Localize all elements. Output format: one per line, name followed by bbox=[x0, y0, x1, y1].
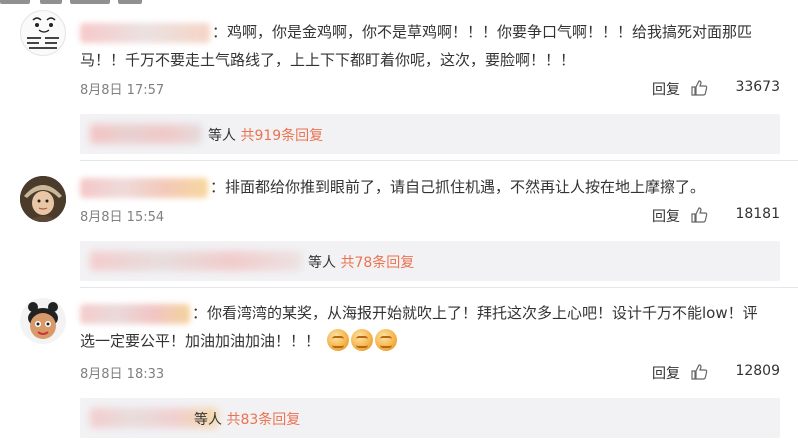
like-button[interactable]: 12809 bbox=[690, 363, 780, 380]
sub-replies-count-link[interactable]: 共919条回复 bbox=[240, 128, 323, 144]
like-button[interactable]: 18181 bbox=[690, 206, 780, 223]
comment-divider bbox=[80, 287, 798, 288]
sub-replies-summary: 等人 共83条回复 bbox=[194, 409, 300, 429]
sub-replies-box[interactable]: 等人 共78条回复 bbox=[80, 241, 780, 281]
comment-meta: 8月8日 17:57 回复 33673 bbox=[80, 79, 780, 99]
avatar-photo-icon bbox=[20, 176, 66, 222]
like-count: 18181 bbox=[735, 206, 780, 222]
cut-off-text-fragment bbox=[0, 0, 160, 8]
like-count: 12809 bbox=[735, 363, 780, 379]
thumbs-up-icon bbox=[691, 364, 708, 380]
comment-date: 8月8日 15:54 bbox=[80, 210, 165, 225]
avatar[interactable] bbox=[20, 176, 66, 222]
comment-meta: 8月8日 18:33 回复 12809 bbox=[80, 363, 780, 383]
comment-text-block: ：排面都给你推到眼前了，请自己抓住机遇，不然再让人按在地上摩擦了。 bbox=[80, 173, 770, 201]
avatar-cartoon-icon bbox=[28, 302, 58, 339]
comment-text-block: ：你看湾湾的某奖，从海报开始就吹上了！拜托这次多上心吧！设计千万不能low！评选… bbox=[80, 299, 770, 355]
username-blurred[interactable] bbox=[80, 177, 208, 198]
username-blurred[interactable] bbox=[80, 22, 210, 43]
sub-replies-suffix: 等人 bbox=[208, 128, 236, 144]
sub-replies-summary: 等人 共78条回复 bbox=[308, 252, 414, 272]
thumbs-up-icon bbox=[691, 80, 708, 96]
comment-date: 8月8日 18:33 bbox=[80, 367, 165, 382]
sub-replies-summary: 等人 共919条回复 bbox=[208, 125, 323, 145]
comment-date: 8月8日 17:57 bbox=[80, 83, 165, 98]
comment-text-block: ：鸡啊，你是金鸡啊，你不是草鸡啊！！！你要争口气啊！！！给我搞死对面那匹马！！千… bbox=[80, 18, 770, 74]
fist-emoji bbox=[326, 329, 349, 351]
username-blurred[interactable] bbox=[80, 303, 190, 324]
thumbs-up-icon bbox=[691, 207, 708, 223]
like-count: 33673 bbox=[735, 79, 780, 95]
reply-button[interactable]: 回复 bbox=[652, 79, 680, 99]
like-button[interactable]: 33673 bbox=[690, 79, 780, 96]
avatar-cartoon-icon bbox=[27, 17, 59, 49]
sub-replies-suffix: 等人 bbox=[308, 255, 336, 271]
comment-meta: 8月8日 15:54 回复 18181 bbox=[80, 206, 780, 226]
reply-button[interactable]: 回复 bbox=[652, 206, 680, 226]
reply-usernames-blurred bbox=[90, 251, 302, 271]
reply-usernames-blurred bbox=[90, 124, 202, 144]
sub-replies-box[interactable]: 等人 共919条回复 bbox=[80, 114, 780, 154]
comment-divider bbox=[80, 160, 798, 161]
reply-button[interactable]: 回复 bbox=[652, 363, 680, 383]
fist-emoji bbox=[374, 329, 397, 351]
comment-text: ：排面都给你推到眼前了，请自己抓住机遇，不然再让人按在地上摩擦了。 bbox=[210, 178, 706, 196]
sub-replies-count-link[interactable]: 共83条回复 bbox=[226, 412, 300, 428]
avatar[interactable] bbox=[20, 298, 66, 344]
sub-replies-suffix: 等人 bbox=[194, 412, 222, 428]
fist-emoji bbox=[350, 329, 373, 351]
avatar[interactable] bbox=[20, 10, 66, 56]
sub-replies-box[interactable]: 等人 共83条回复 bbox=[80, 398, 780, 438]
sub-replies-count-link[interactable]: 共78条回复 bbox=[340, 255, 414, 271]
